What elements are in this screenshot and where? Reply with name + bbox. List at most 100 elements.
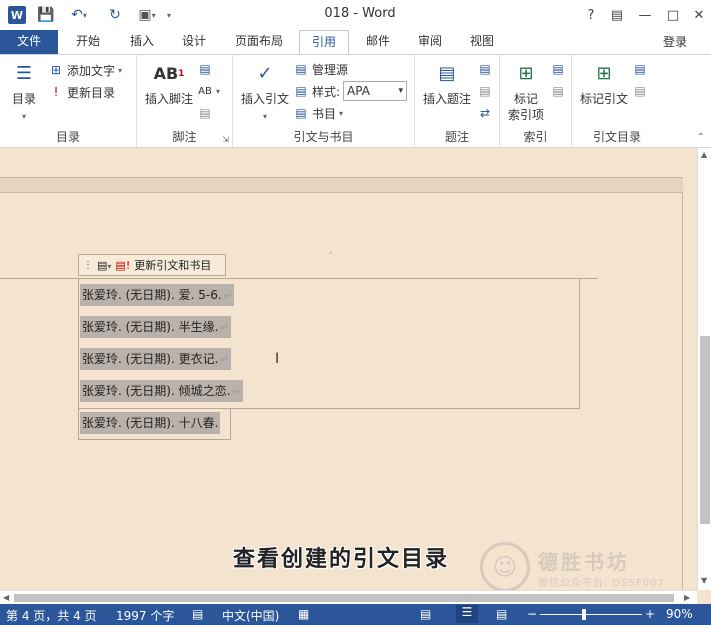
paragraph-mark: ‹ [329,248,333,257]
group-citations-label: 引文与书目 [293,130,354,144]
collapse-ribbon-icon[interactable]: ⌃ [697,132,705,143]
word-count[interactable]: 1997 个字 [116,607,174,624]
close-icon[interactable]: ✕ [686,4,711,26]
drag-handle-icon[interactable]: ⋮ [83,260,93,271]
tab-view[interactable]: 视图 [460,30,504,54]
next-footnote-icon[interactable]: AB ▾ [197,81,220,101]
reference-text: 张爱玲. (无日期). 半生缘. [82,320,219,334]
save-icon[interactable]: 💾 [36,5,56,25]
mark-entry-button[interactable]: ⊞ 标记 索引项 [502,59,550,123]
footnote-dialog-launcher-icon[interactable]: ⇲ [222,135,229,144]
zoom-slider[interactable] [540,614,642,615]
print-preview-icon[interactable]: ▣ ▾ [134,5,160,25]
cross-reference-icon[interactable]: ⇄ [477,103,493,123]
reference-text: 张爱玲. (无日期). 更衣记. [82,352,219,366]
reference-entry[interactable]: 张爱玲. (无日期). 倾城之恋. ↵ [80,380,243,402]
zoom-level[interactable]: 90% [666,607,693,621]
redo-icon[interactable]: ↻ [104,5,126,25]
undo-icon[interactable]: ↶ ▾ [64,5,94,25]
mark-entry-label-1: 标记 [513,92,538,106]
ribbon-tabs: 文件 开始 插入 设计 页面布局 引用 邮件 审阅 视图 登录 [0,30,711,55]
toc-button[interactable]: ☰ 目录 ▾ [6,59,42,125]
style-dropdown[interactable]: APA ▾ [343,81,408,101]
vertical-scroll-thumb[interactable] [700,336,710,524]
language-indicator[interactable]: 中文(中国) [222,607,279,624]
update-toc-button[interactable]: ! 更新目录 [48,82,115,102]
mark-citation-button[interactable]: ⊞ 标记引文 [576,59,632,107]
ribbon-display-icon[interactable]: ▤ [604,4,630,26]
scroll-up-icon[interactable]: ▲ [701,150,707,159]
bibliography-button[interactable]: ▤ 书目 ▾ [293,103,343,123]
add-text-icon: ⊞ [50,63,62,77]
tab-design[interactable]: 设计 [172,30,216,54]
tab-layout[interactable]: 页面布局 [228,30,290,54]
macro-icon[interactable]: ▦ [298,607,309,621]
reference-entry[interactable]: 张爱玲. (无日期). 更衣记. ↵ [80,348,231,370]
group-toa-label: 引文目录 [592,130,641,144]
reference-entry[interactable]: 张爱玲. (无日期). 爱. 5-6. ↵ [80,284,235,306]
reference-text: 张爱玲. (无日期). 倾城之恋. [82,384,231,398]
print-layout-icon[interactable]: ☰ [456,605,478,623]
page-count[interactable]: 第 4 页，共 4 页 [6,607,97,624]
group-footnote-label: 脚注 [172,130,197,144]
mark-entry-label-2: 索引项 [507,108,544,122]
tab-insert[interactable]: 插入 [120,30,164,54]
reference-entry[interactable]: 张爱玲. (无日期). 十八春. [80,412,221,434]
customize-qa-icon[interactable]: ▾ [162,5,176,25]
group-captions: ▤ 插入题注 ▤ ▤ ⇄ 题注 [415,55,500,147]
tab-home[interactable]: 开始 [66,30,110,54]
help-button[interactable]: ? [578,4,604,26]
insert-citation-icon: ✓ [257,63,273,84]
scroll-right-icon[interactable]: ▶ [684,593,690,602]
vertical-scrollbar[interactable]: ▲ ▼ [697,148,711,590]
update-table-icon[interactable]: ▤ [477,81,493,101]
update-toa-icon[interactable]: ▤ [632,81,648,101]
zoom-slider-thumb[interactable] [582,609,586,620]
insert-endnote-icon[interactable]: ▤ [197,59,213,79]
bibliography-label: 书目 [312,106,337,121]
word-app-icon[interactable]: W [8,6,26,24]
video-caption: 查看创建的引文目录 [233,547,450,572]
group-toc-label: 目录 [55,130,80,144]
insert-caption-button[interactable]: ▤ 插入题注 [419,59,475,107]
insert-toa-icon[interactable]: ▤ [632,59,648,79]
tab-references[interactable]: 引用 [299,30,349,55]
update-citations-button[interactable]: 更新引文和书目 [134,257,211,273]
proofing-icon[interactable]: ▤ [192,607,203,621]
show-notes-icon[interactable]: ▤ [197,103,213,123]
maximize-icon[interactable]: □ [660,4,686,26]
insert-citation-button[interactable]: ✓ 插入引文 ▾ [237,59,293,125]
group-index: ⊞ 标记 索引项 ▤ ▤ 索引 [500,55,572,147]
minimize-icon[interactable]: — [632,4,658,26]
horizontal-scrollbar[interactable]: ◀ ▶ [0,590,697,604]
zoom-in-button[interactable]: + [645,607,655,621]
group-index-label: 索引 [523,130,548,144]
insert-table-of-figures-icon[interactable]: ▤ [477,59,493,79]
reference-entry[interactable]: 张爱玲. (无日期). 半生缘. ↵ [80,316,231,338]
bibliography-options-icon[interactable]: ▤▾ [97,259,111,272]
update-index-icon[interactable]: ▤ [550,81,566,101]
add-text-button[interactable]: ⊞ 添加文字 ▾ [48,60,122,80]
insert-index-icon[interactable]: ▤ [550,59,566,79]
scroll-left-icon[interactable]: ◀ [3,593,9,602]
tab-mailings[interactable]: 邮件 [356,30,400,54]
window-title: 018 - Word [324,6,396,21]
zoom-out-button[interactable]: − [527,607,537,621]
group-citations: ✓ 插入引文 ▾ ▤ 管理源 ▤ 样式: APA ▾ ▤ 书目 ▾ 引文与书目 [233,55,415,147]
read-mode-icon[interactable]: ▤ [420,607,431,621]
mark-citation-icon: ⊞ [596,63,612,84]
web-layout-icon[interactable]: ▤ [496,607,507,621]
insert-footnote-label: 插入脚注 [144,92,193,106]
style-label: 样式: [312,84,341,99]
insert-footnote-button[interactable]: AB 1 插入脚注 [141,59,197,107]
group-captions-label: 题注 [444,130,469,144]
scroll-down-icon[interactable]: ▼ [701,576,707,585]
tab-file[interactable]: 文件 [0,30,58,54]
manage-sources-icon: ▤ [295,62,307,76]
horizontal-scroll-thumb[interactable] [14,594,674,602]
tab-review[interactable]: 审阅 [408,30,452,54]
status-bar: 第 4 页，共 4 页 1997 个字 ▤ 中文(中国) ▦ ▤ ☰ ▤ − +… [0,604,711,625]
manage-sources-button[interactable]: ▤ 管理源 [293,59,348,79]
login-link[interactable]: 登录 [663,33,687,50]
watermark-brand: 德胜书坊 [538,550,630,574]
